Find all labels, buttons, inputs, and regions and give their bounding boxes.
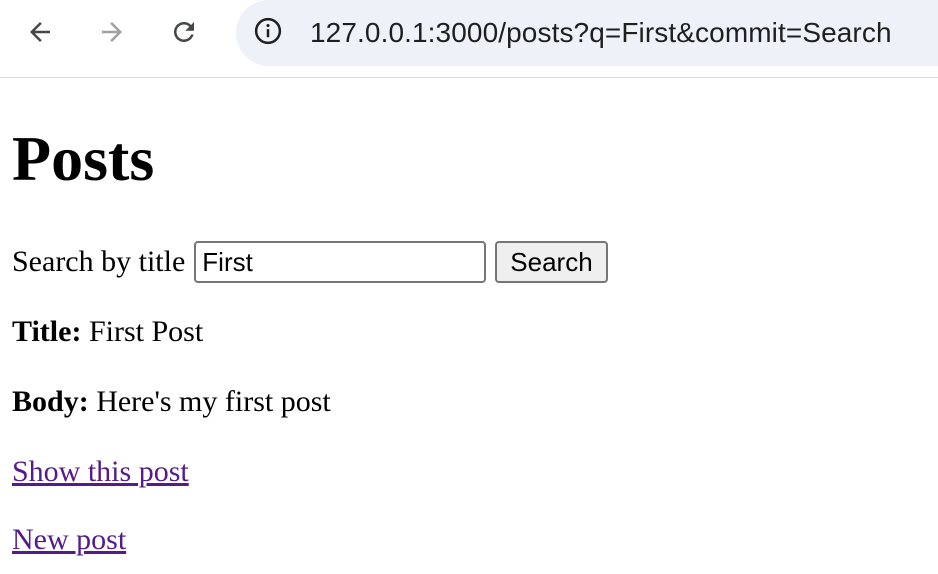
post-body-line: Body: Here's my first post: [12, 384, 331, 420]
arrow-left-icon: [25, 17, 55, 47]
reload-icon: [169, 17, 199, 47]
post-body-label: Body:: [12, 385, 89, 418]
forward-button[interactable]: [92, 12, 132, 52]
search-input[interactable]: [194, 241, 487, 283]
show-post-link[interactable]: Show this post: [12, 454, 189, 490]
reload-button[interactable]: [164, 12, 204, 52]
post-title-value: First Post: [88, 315, 204, 348]
post-body-value: Here's my first post: [96, 385, 331, 418]
url-text[interactable]: 127.0.0.1:3000/posts?q=First&commit=Sear…: [310, 14, 892, 52]
site-info-button[interactable]: [250, 15, 286, 51]
post-title-line: Title: First Post: [12, 314, 203, 350]
arrow-right-icon: [97, 17, 127, 47]
search-label: Search by title: [12, 245, 186, 278]
search-form: Search by title Search: [12, 240, 608, 284]
post-title-label: Title:: [12, 315, 82, 348]
address-bar[interactable]: 127.0.0.1:3000/posts?q=First&commit=Sear…: [236, 0, 938, 66]
info-icon: [253, 16, 283, 51]
search-button[interactable]: Search: [495, 241, 608, 283]
page-title: Posts: [12, 123, 155, 194]
new-post-link[interactable]: New post: [12, 522, 126, 558]
back-button[interactable]: [20, 12, 60, 52]
browser-toolbar: 127.0.0.1:3000/posts?q=First&commit=Sear…: [0, 0, 938, 78]
